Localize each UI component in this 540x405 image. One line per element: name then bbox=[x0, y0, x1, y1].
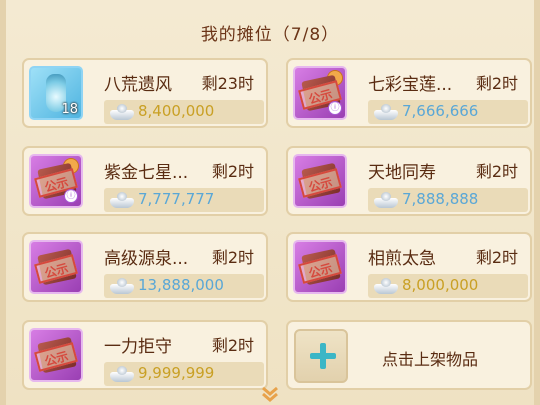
silver-ingot-icon bbox=[110, 104, 134, 120]
time-remaining: 剩23时 bbox=[201, 74, 254, 93]
item-price: 7,888,888 bbox=[402, 190, 479, 208]
item-count: 18 bbox=[61, 102, 78, 117]
card-item-icon: 公示 bbox=[293, 154, 347, 208]
stall-slot[interactable]: 公示 相煎太急 剩2时 8,000,000 bbox=[286, 232, 532, 302]
item-name: 七彩宝莲... bbox=[368, 75, 453, 95]
item-price: 13,888,000 bbox=[138, 276, 224, 294]
silver-ingot-icon bbox=[374, 104, 398, 120]
item-name: 高级源泉... bbox=[104, 249, 189, 269]
time-remaining: 剩2时 bbox=[475, 248, 518, 267]
silver-ingot-icon bbox=[374, 278, 398, 294]
silver-ingot-icon bbox=[110, 278, 134, 294]
time-remaining: 剩2时 bbox=[211, 162, 254, 181]
panel-title: 我的摊位（7/8） bbox=[200, 25, 340, 45]
stall-slot[interactable]: 18 八荒遗风 剩23时 8,400,000 bbox=[22, 58, 268, 128]
price-bar: 7,777,777 bbox=[104, 188, 264, 212]
item-name: 紫金七星... bbox=[104, 163, 189, 183]
lock-icon: ⓘ bbox=[328, 101, 342, 115]
item-name: 相煎太急 bbox=[368, 249, 436, 269]
time-remaining: 剩2时 bbox=[475, 162, 518, 181]
price-bar: 7,666,666 bbox=[368, 100, 528, 124]
add-item-slot[interactable]: 点击上架物品 bbox=[286, 320, 532, 390]
time-remaining: 剩2时 bbox=[211, 336, 254, 355]
stall-panel: 我的摊位（7/8） 18 八荒遗风 剩23时 8,400,000 公示 ⓘ 七彩… bbox=[0, 0, 540, 405]
vase-item-icon: 18 bbox=[29, 66, 83, 120]
add-item-button[interactable] bbox=[294, 329, 348, 383]
lock-icon: ⓘ bbox=[64, 189, 78, 203]
stall-slot[interactable]: 公示 天地同寿 剩2时 7,888,888 bbox=[286, 146, 532, 216]
time-remaining: 剩2时 bbox=[475, 74, 518, 93]
card-item-icon: 公示 bbox=[29, 328, 83, 382]
panel-border-left bbox=[0, 0, 6, 405]
stall-slot[interactable]: 公示 高级源泉... 剩2时 13,888,000 bbox=[22, 232, 268, 302]
price-bar: 13,888,000 bbox=[104, 274, 264, 298]
card-item-icon: 公示 bbox=[29, 240, 83, 294]
item-price: 7,666,666 bbox=[402, 102, 479, 120]
stall-slot[interactable]: 公示 ⓘ 七彩宝莲... 剩2时 7,666,666 bbox=[286, 58, 532, 128]
card-item-icon: 公示 ⓘ bbox=[293, 66, 347, 120]
silver-ingot-icon bbox=[110, 366, 134, 382]
silver-ingot-icon bbox=[110, 192, 134, 208]
price-bar: 8,400,000 bbox=[104, 100, 264, 124]
price-bar: 8,000,000 bbox=[368, 274, 528, 298]
stall-slot[interactable]: 公示 一力拒守 剩2时 9,999,999 bbox=[22, 320, 268, 390]
item-price: 8,000,000 bbox=[402, 276, 479, 294]
card-item-icon: 公示 ⓘ bbox=[29, 154, 83, 208]
price-bar: 9,999,999 bbox=[104, 362, 264, 386]
item-price: 7,777,777 bbox=[138, 190, 215, 208]
item-name: 八荒遗风 bbox=[104, 75, 172, 95]
card-item-icon: 公示 bbox=[293, 240, 347, 294]
item-name: 一力拒守 bbox=[104, 337, 172, 357]
item-price: 9,999,999 bbox=[138, 364, 215, 382]
stall-slot[interactable]: 公示 ⓘ 紫金七星... 剩2时 7,777,777 bbox=[22, 146, 268, 216]
chevron-down-icon[interactable] bbox=[260, 386, 280, 402]
silver-ingot-icon bbox=[374, 192, 398, 208]
item-name: 天地同寿 bbox=[368, 163, 436, 183]
time-remaining: 剩2时 bbox=[211, 248, 254, 267]
panel-border-right bbox=[534, 0, 540, 405]
price-bar: 7,888,888 bbox=[368, 188, 528, 212]
item-price: 8,400,000 bbox=[138, 102, 215, 120]
add-item-label: 点击上架物品 bbox=[382, 350, 479, 369]
